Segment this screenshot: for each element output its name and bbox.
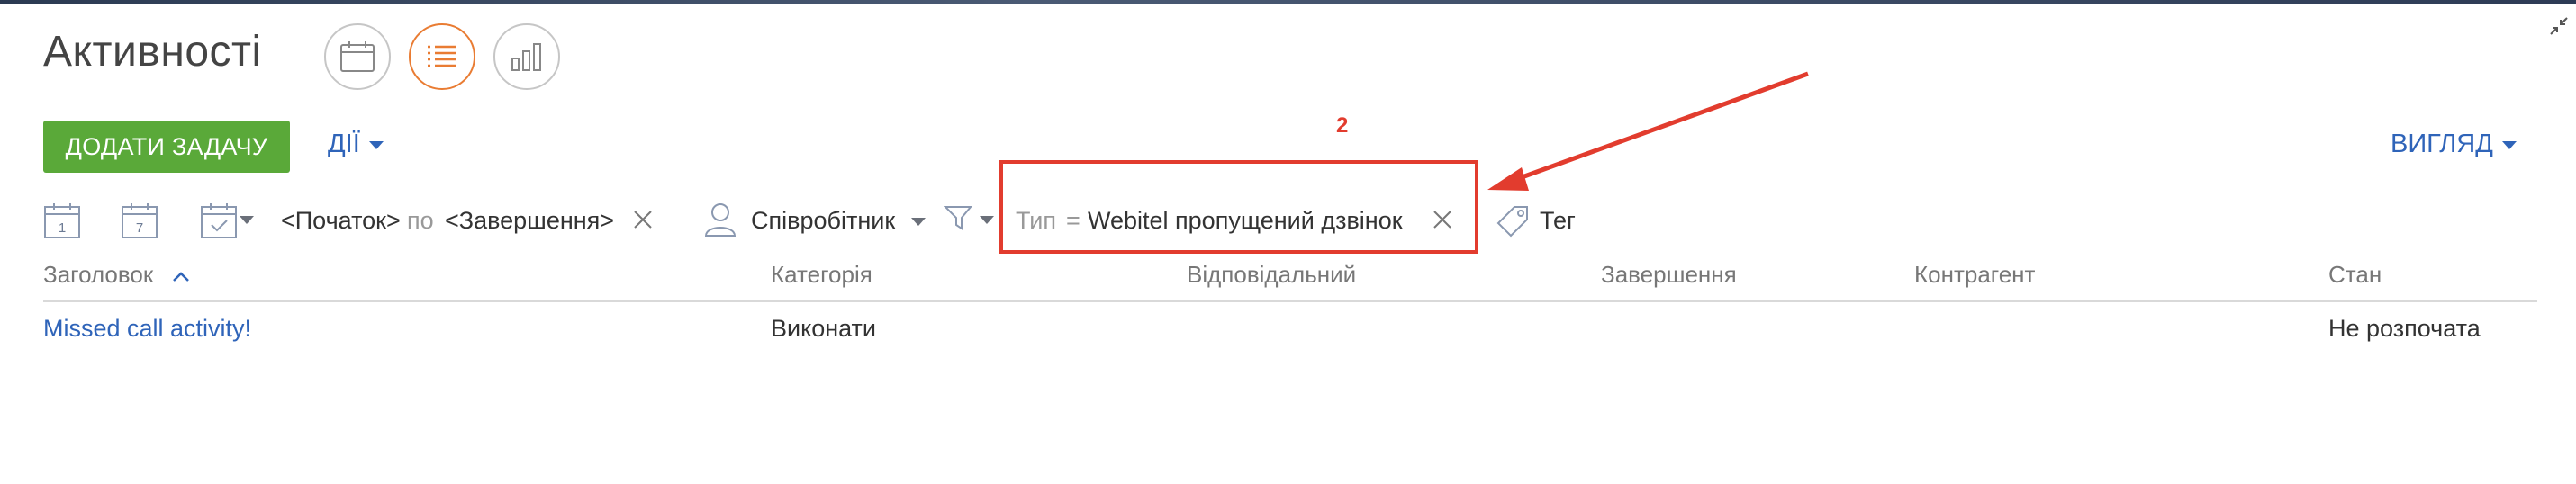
chevron-down-icon [240, 216, 254, 224]
tag-filter-label: Тег [1540, 207, 1576, 234]
folder-filter-dropdown[interactable] [943, 202, 998, 239]
end-date-field[interactable]: <Завершення> [445, 207, 614, 235]
week-filter-icon[interactable]: 7 [121, 202, 158, 239]
activity-title-link[interactable]: Missed call activity! [43, 315, 251, 343]
day-filter-icon[interactable]: 1 [43, 202, 81, 239]
column-header-owner[interactable]: Відповідальний [1187, 261, 1356, 289]
column-header-title[interactable]: Заголовок [43, 261, 190, 289]
chevron-down-icon [911, 218, 926, 226]
svg-text:1: 1 [59, 220, 66, 236]
table-header: Заголовок Категорія Відповідальний Завер… [43, 261, 2537, 302]
column-header-account[interactable]: Контрагент [1914, 261, 2035, 289]
sort-ascending-icon [173, 272, 190, 282]
column-header-title-label: Заголовок [43, 261, 154, 288]
folder-filter-icon [943, 206, 973, 230]
range-separator: по [407, 207, 434, 234]
employee-filter-label: Співробітник [751, 207, 896, 234]
svg-text:7: 7 [136, 220, 143, 236]
activity-category: Виконати [771, 315, 877, 342]
tag-icon [1496, 206, 1528, 238]
start-date-field[interactable]: <Початок> [281, 207, 401, 235]
period-filter-dropdown[interactable] [200, 202, 263, 239]
column-header-due[interactable]: Завершення [1601, 261, 1737, 289]
column-header-category[interactable]: Категорія [771, 261, 872, 289]
chevron-down-icon [980, 216, 994, 224]
clear-date-close-icon[interactable] [632, 209, 654, 230]
user-icon [704, 203, 737, 237]
activity-status: Не розпочата [2328, 315, 2481, 342]
annotation-highlight-box [999, 160, 1478, 254]
column-header-status[interactable]: Стан [2328, 261, 2382, 289]
calendar-check-icon [201, 203, 237, 238]
table-row[interactable]: Missed call activity! Виконати Не розпоч… [43, 311, 2537, 351]
